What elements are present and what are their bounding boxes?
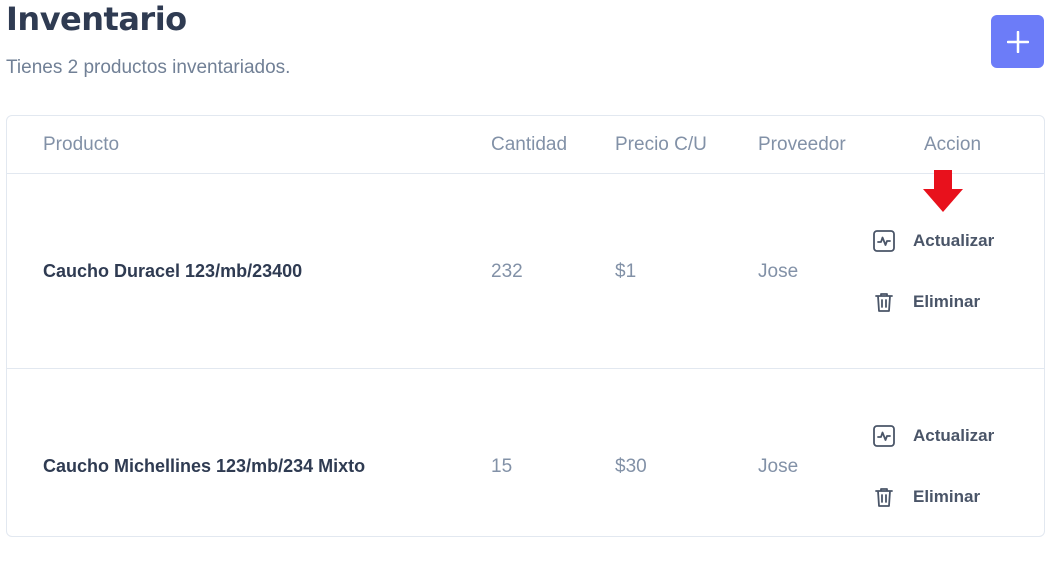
page-title: Inventario [6, 0, 187, 38]
down-arrow-icon [923, 170, 963, 212]
table-row: Caucho Michellines 123/mb/234 Mixto 15 $… [7, 369, 1044, 563]
product-quantity: 15 [491, 456, 513, 477]
column-header-cantidad: Cantidad [491, 134, 568, 155]
delete-label: Eliminar [913, 487, 981, 506]
product-name: Caucho Duracel 123/mb/23400 [43, 261, 303, 281]
update-label: Actualizar [913, 231, 995, 250]
activity-chart-icon [871, 424, 896, 449]
page-subtitle: Tienes 2 productos inventariados. [6, 57, 291, 78]
inventory-table: Producto Cantidad Precio C/U Proveedor A… [6, 115, 1045, 537]
table-header: Producto Cantidad Precio C/U Proveedor A… [7, 116, 1044, 174]
activity-chart-icon [871, 229, 896, 254]
product-supplier: Jose [758, 261, 799, 282]
column-header-proveedor: Proveedor [758, 134, 846, 155]
product-name: Caucho Michellines 123/mb/234 Mixto [43, 456, 366, 476]
table-row: Caucho Duracel 123/mb/23400 232 $1 Jose … [7, 174, 1044, 369]
update-button[interactable]: Actualizar [871, 226, 994, 256]
product-quantity: 232 [491, 261, 523, 282]
column-header-producto: Producto [43, 134, 120, 155]
delete-button[interactable]: Eliminar [871, 482, 980, 512]
delete-label: Eliminar [913, 292, 981, 311]
update-button[interactable]: Actualizar [871, 421, 994, 451]
column-header-precio: Precio C/U [615, 134, 707, 155]
product-supplier: Jose [758, 456, 799, 477]
column-header-accion: Accion [924, 134, 982, 155]
product-price: $1 [615, 261, 637, 282]
delete-button[interactable]: Eliminar [871, 287, 980, 317]
update-label: Actualizar [913, 426, 995, 445]
product-price: $30 [615, 456, 647, 477]
plus-icon [1006, 30, 1029, 53]
add-product-button[interactable] [991, 15, 1044, 68]
trash-icon [871, 290, 896, 315]
